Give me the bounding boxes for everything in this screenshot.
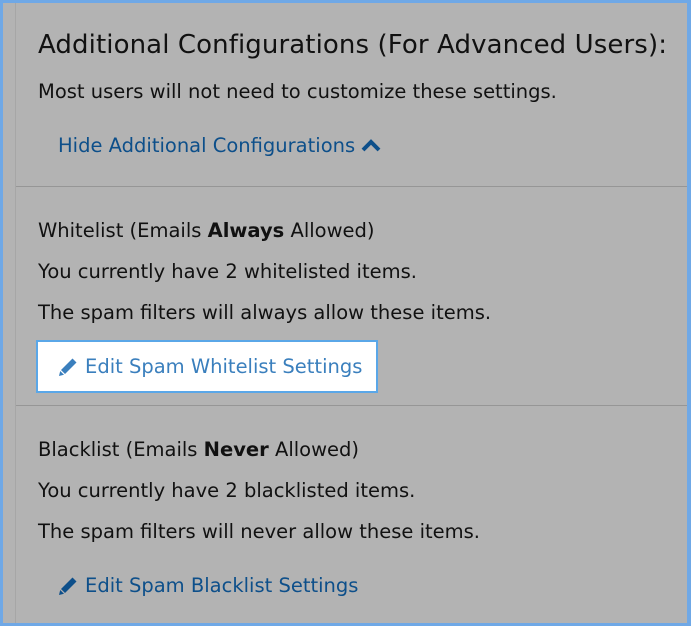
chevron-up-icon <box>361 138 381 151</box>
advanced-config-header: Additional Configurations (For Advanced … <box>16 3 687 185</box>
blacklist-count-text: You currently have 2 blacklisted items. <box>38 479 416 502</box>
whitelist-heading-prefix: Whitelist (Emails <box>38 219 208 242</box>
section-title: Additional Configurations (For Advanced … <box>38 30 668 60</box>
blacklist-heading-emphasis: Never <box>203 438 269 461</box>
whitelist-section: Whitelist (Emails Always Allowed) You cu… <box>16 186 687 405</box>
hide-additional-configurations-link[interactable]: Hide Additional Configurations <box>58 134 381 157</box>
blacklist-heading: Blacklist (Emails Never Allowed) <box>38 438 359 461</box>
whitelist-info-text: The spam filters will always allow these… <box>38 301 492 324</box>
hide-additional-configurations-label: Hide Additional Configurations <box>58 134 356 157</box>
pencil-icon <box>59 577 77 595</box>
blacklist-section: Blacklist (Emails Never Allowed) You cur… <box>16 405 687 626</box>
advanced-config-panel: Additional Configurations (For Advanced … <box>15 3 687 623</box>
blacklist-heading-suffix: Allowed) <box>268 438 360 461</box>
edit-spam-blacklist-label: Edit Spam Blacklist Settings <box>85 574 359 597</box>
pencil-icon <box>59 358 77 376</box>
blacklist-heading-prefix: Blacklist (Emails <box>38 438 204 461</box>
advanced-config-frame: Additional Configurations (For Advanced … <box>0 0 691 626</box>
blacklist-info-text: The spam filters will never allow these … <box>38 520 481 543</box>
whitelist-heading-emphasis: Always <box>207 219 285 242</box>
edit-spam-whitelist-label: Edit Spam Whitelist Settings <box>85 355 363 378</box>
edit-spam-whitelist-button[interactable]: Edit Spam Whitelist Settings <box>36 340 378 393</box>
edit-spam-blacklist-link[interactable]: Edit Spam Blacklist Settings <box>58 574 358 597</box>
whitelist-count-text: You currently have 2 whitelisted items. <box>38 260 417 283</box>
whitelist-heading-suffix: Allowed) <box>284 219 375 242</box>
section-description: Most users will not need to customize th… <box>38 80 557 103</box>
whitelist-heading: Whitelist (Emails Always Allowed) <box>38 219 375 242</box>
